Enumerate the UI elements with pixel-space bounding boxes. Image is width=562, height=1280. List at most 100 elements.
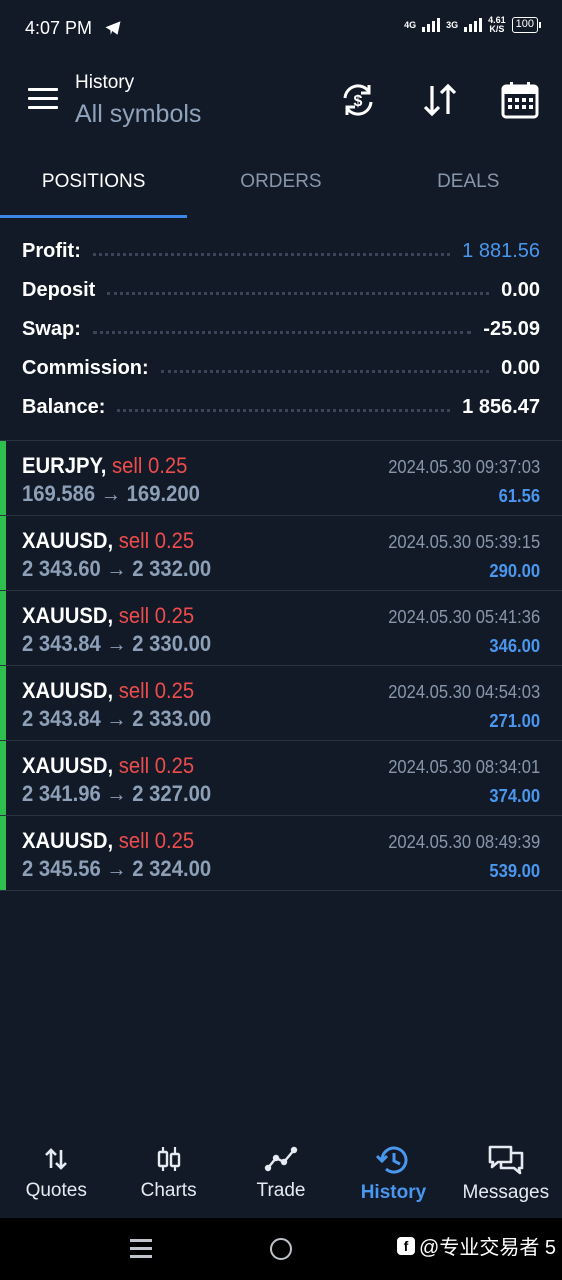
profit-label: Profit: [22,240,81,262]
arrow-icon: → [106,706,127,731]
position-prices: 2 343.84 → 2 333.00 [22,706,211,732]
position-time: 2024.05.30 04:54:03 [388,682,540,702]
trade-icon [264,1146,298,1172]
trade-side: sell 0.25 [118,678,195,703]
quotes-icon [45,1148,68,1170]
position-row[interactable]: XAUUSD, sell 0.25 2 345.56 → 2 324.00 20… [0,816,562,891]
close-price: 169.200 [126,481,200,506]
bottom-navigation: Quotes Charts Trade History Messages [0,1130,562,1218]
summary-row-deposit: Deposit 0.00 [22,271,540,310]
profit-value: 1 881.56 [462,240,540,262]
close-price: 2 332.00 [132,556,212,581]
signal-icon [422,18,441,32]
nav-charts[interactable]: Charts [112,1130,224,1218]
battery-icon: 100 [511,17,542,33]
summary-row-commission: Commission: 0.00 [22,349,540,388]
position-indicator [0,591,6,665]
arrow-icon: → [100,481,122,506]
position-profit: 271.00 [489,711,540,731]
close-price: 2 333.00 [132,706,212,731]
tab-positions[interactable]: POSITIONS [0,146,188,218]
balance-label: Balance: [22,396,106,418]
dotted-leader [92,331,472,334]
position-symbol: EURJPY, sell 0.25 [22,453,187,479]
symbol-name: XAUUSD, [22,753,114,778]
position-time: 2024.05.30 05:41:36 [388,607,540,627]
dotted-leader [92,253,451,256]
close-price: 2 327.00 [132,781,212,806]
position-prices: 169.586 → 169.200 [22,481,200,507]
summary-row-profit: Profit: 1 881.56 [22,232,540,271]
open-price: 2 345.56 [22,856,101,881]
position-profit: 290.00 [489,561,540,581]
dotted-leader [117,409,451,412]
arrow-icon: → [106,856,127,881]
network-4g-label: 4G [404,19,417,30]
symbol-name: EURJPY, [22,453,107,478]
arrow-icon: → [106,556,127,581]
recent-apps-icon[interactable] [130,1239,152,1259]
symbol-name: XAUUSD, [22,678,114,703]
network-speed: 4.61 K/S [488,16,506,34]
tab-orders[interactable]: ORDERS [187,146,374,218]
symbol-name: XAUUSD, [22,603,114,628]
nav-trade-label: Trade [256,1180,306,1201]
trade-side: sell 0.25 [118,603,195,628]
symbol-filter[interactable]: All symbols [75,100,201,129]
symbol-name: XAUUSD, [22,528,114,553]
commission-label: Commission: [22,357,149,379]
position-row[interactable]: XAUUSD, sell 0.25 2 343.84 → 2 333.00 20… [0,666,562,741]
charts-icon [157,1147,180,1171]
position-prices: 2 341.96 → 2 327.00 [22,781,211,807]
position-row[interactable]: XAUUSD, sell 0.25 2 341.96 → 2 327.00 20… [0,741,562,816]
nav-charts-label: Charts [140,1180,197,1201]
trade-side: sell 0.25 [112,453,188,478]
position-profit: 346.00 [489,636,540,656]
position-symbol: XAUUSD, sell 0.25 [22,753,194,779]
position-indicator [0,816,6,890]
swap-value: -25.09 [483,318,540,340]
trade-side: sell 0.25 [118,528,195,553]
nav-messages-label: Messages [462,1182,550,1203]
network-3g-label: 3G [446,19,459,30]
dotted-leader [107,292,490,295]
tab-deals[interactable]: DEALS [375,146,562,218]
watermark-text: @专业交易者 5 [419,1237,556,1259]
nav-quotes-label: Quotes [25,1180,87,1201]
home-icon[interactable] [270,1238,292,1260]
account-summary: Profit: 1 881.56 Deposit 0.00 Swap: -25.… [22,232,540,427]
deposit-value: 0.00 [501,279,540,301]
position-time: 2024.05.30 08:34:01 [388,757,540,777]
sort-icon[interactable] [420,80,460,120]
nav-history[interactable]: History [337,1130,449,1218]
sync-currency-icon[interactable]: $ [338,80,378,120]
status-bar: 4:07 PM 4G 3G 4.61 K/S 100 [0,0,562,56]
dotted-leader [160,370,490,373]
open-price: 2 343.84 [22,631,101,656]
position-profit: 374.00 [489,786,540,806]
menu-icon[interactable] [28,88,58,112]
position-time: 2024.05.30 05:39:15 [388,532,540,552]
swap-label: Swap: [22,318,81,340]
nav-messages[interactable]: Messages [450,1130,562,1218]
position-symbol: XAUUSD, sell 0.25 [22,678,194,704]
position-indicator [0,441,6,515]
signal-icon [464,18,483,32]
nav-trade[interactable]: Trade [225,1130,337,1218]
trade-side: sell 0.25 [118,828,195,853]
nav-quotes[interactable]: Quotes [0,1130,112,1218]
position-row[interactable]: XAUUSD, sell 0.25 2 343.60 → 2 332.00 20… [0,516,562,591]
system-navigation-bar: f @专业交易者 5 [0,1218,562,1280]
close-price: 2 330.00 [132,631,212,656]
app-header: History All symbols $ [0,56,562,146]
calendar-icon[interactable] [501,80,539,120]
position-indicator [0,516,6,590]
arrow-icon: → [106,781,127,806]
deposit-label: Deposit [22,279,96,301]
history-icon [376,1146,408,1174]
position-row[interactable]: EURJPY, sell 0.25 169.586 → 169.200 2024… [0,441,562,516]
open-price: 2 341.96 [22,781,101,806]
close-price: 2 324.00 [132,856,212,881]
position-row[interactable]: XAUUSD, sell 0.25 2 343.84 → 2 330.00 20… [0,591,562,666]
position-symbol: XAUUSD, sell 0.25 [22,528,194,554]
